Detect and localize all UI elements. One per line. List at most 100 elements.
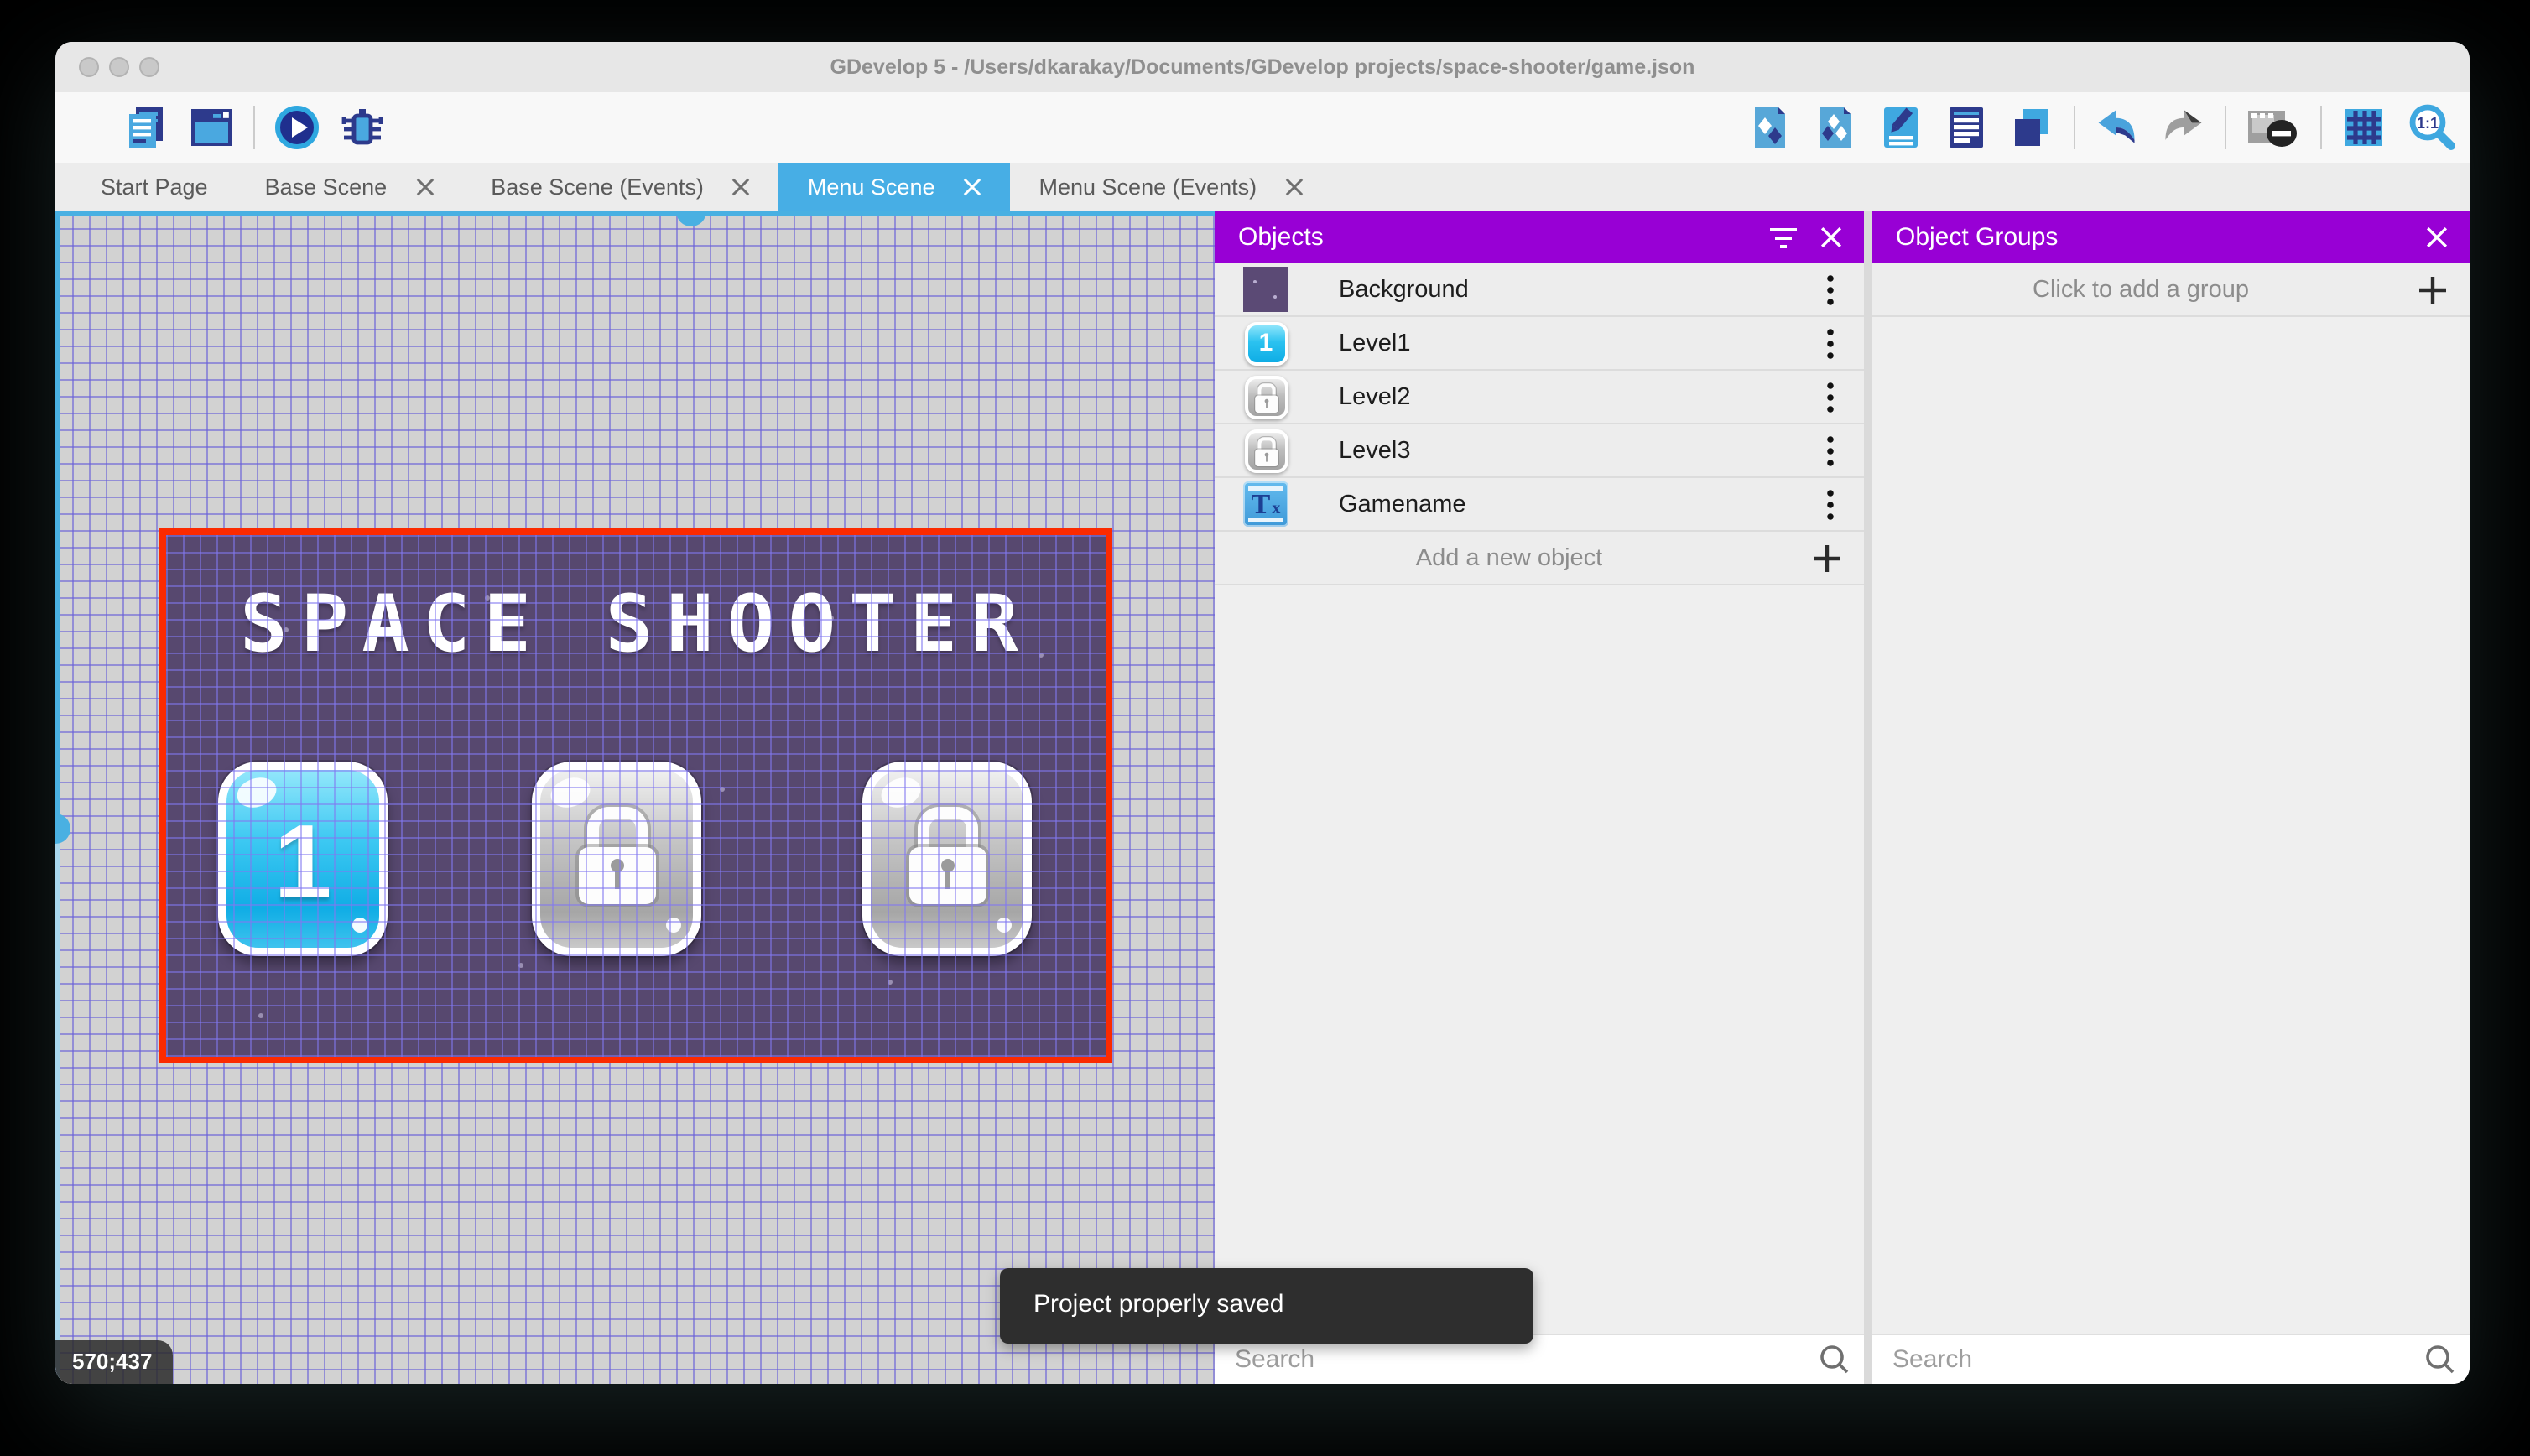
- close-panel-icon[interactable]: [2413, 214, 2460, 261]
- tab-close-icon[interactable]: [415, 178, 434, 196]
- zoom-reset-icon[interactable]: 1:1: [2406, 104, 2460, 151]
- level3-thumbnail: [1243, 428, 1288, 473]
- tab-label: Start Page: [101, 174, 208, 200]
- star-dot: [888, 980, 893, 985]
- object-menu-kebab-icon[interactable]: [1807, 266, 1854, 313]
- toolbar-divider: [2074, 106, 2075, 149]
- level1-number: 1: [273, 804, 332, 920]
- object-row-background[interactable]: Background: [1215, 263, 1864, 317]
- vertical-scrollbar-thumb[interactable]: [55, 814, 70, 844]
- object-groups-panel-header: Object Groups: [1872, 211, 2470, 263]
- objects-panel: Objects Background 1 Level1 Level2 Level…: [1215, 211, 1864, 1384]
- add-group-label: Click to add a group: [2033, 276, 2249, 303]
- level2-locked-button-instance[interactable]: [532, 762, 701, 956]
- background-thumbnail: [1243, 267, 1288, 312]
- object-name: Background: [1339, 276, 1469, 303]
- groups-search-input[interactable]: [1889, 1344, 2416, 1375]
- horizontal-scrollbar-thumb[interactable]: [676, 211, 706, 226]
- lock-icon: [578, 807, 655, 904]
- object-row-gamename[interactable]: Tx Gamename: [1215, 478, 1864, 532]
- object-row-level3[interactable]: Level3: [1215, 424, 1864, 478]
- object-groups-panel-title: Object Groups: [1896, 223, 2059, 252]
- project-manager-icon[interactable]: [122, 104, 169, 151]
- add-object-plus-icon[interactable]: [1804, 534, 1851, 581]
- add-group-plus-icon[interactable]: [2409, 266, 2456, 313]
- toolbar: 1:1: [55, 92, 2470, 163]
- object-name: Level3: [1339, 437, 1411, 464]
- star-dot: [258, 1013, 263, 1018]
- zoom-reset-label: 1:1: [2417, 115, 2439, 132]
- object-groups-panel: Object Groups Click to add a group: [1872, 211, 2470, 1384]
- level3-locked-button-instance[interactable]: [862, 762, 1032, 956]
- properties-icon[interactable]: [1877, 104, 1924, 151]
- redo-icon[interactable]: [2159, 104, 2206, 151]
- tab-label: Base Scene: [264, 174, 388, 200]
- toolbar-divider: [253, 106, 255, 149]
- objects-search-input[interactable]: [1231, 1344, 1810, 1375]
- tab-bar: Start Page Base Scene Base Scene (Events…: [55, 163, 2470, 211]
- tab-menu-scene[interactable]: Menu Scene: [778, 163, 1011, 211]
- object-row-level2[interactable]: Level2: [1215, 371, 1864, 424]
- level1-thumbnail: 1: [1243, 320, 1288, 366]
- object-name: Level1: [1339, 330, 1411, 356]
- search-icon[interactable]: [1810, 1336, 1857, 1383]
- tab-close-icon[interactable]: [964, 178, 982, 196]
- toolbar-divider: [2225, 106, 2226, 149]
- tab-start-page[interactable]: Start Page: [72, 163, 237, 211]
- object-menu-kebab-icon[interactable]: [1807, 427, 1854, 474]
- level1-button-instance[interactable]: 1: [218, 762, 388, 956]
- tab-close-icon[interactable]: [732, 178, 751, 196]
- tab-label: Menu Scene: [807, 174, 935, 200]
- object-menu-kebab-icon[interactable]: [1807, 481, 1854, 528]
- vertical-scrollbar-track[interactable]: [55, 211, 60, 832]
- toolbar-right-group: 1:1: [1747, 104, 2460, 151]
- layers-icon[interactable]: [2008, 104, 2055, 151]
- scene-title-text-object[interactable]: SPACE SHOOTER: [166, 579, 1106, 671]
- groups-search-row: [1872, 1334, 2470, 1384]
- toggle-window-mask-icon[interactable]: [2245, 104, 2302, 151]
- add-object-row[interactable]: Add a new object: [1215, 532, 1864, 585]
- object-groups-icon[interactable]: [1812, 104, 1859, 151]
- vertical-scrollbar-track-lower[interactable]: [55, 832, 60, 1384]
- tab-close-icon[interactable]: [1285, 178, 1304, 196]
- undo-icon[interactable]: [2094, 104, 2141, 151]
- objects-icon[interactable]: [1747, 104, 1793, 151]
- object-menu-kebab-icon[interactable]: [1807, 373, 1854, 420]
- start-page-icon[interactable]: [188, 104, 235, 151]
- tab-base-scene[interactable]: Base Scene: [237, 163, 463, 211]
- star-dot: [720, 787, 725, 792]
- level2-thumbnail: [1243, 374, 1288, 419]
- game-scene-rect[interactable]: SPACE SHOOTER 1: [159, 528, 1112, 1063]
- content-area: SPACE SHOOTER 1 570;437 Objects Backgrou…: [55, 211, 2470, 1384]
- object-row-level1[interactable]: 1 Level1: [1215, 317, 1864, 371]
- toolbar-left-group: [122, 104, 386, 151]
- object-name: Level2: [1339, 383, 1411, 410]
- screen: GDevelop 5 - /Users/dkarakay/Documents/G…: [0, 0, 2530, 1456]
- debug-icon[interactable]: [339, 104, 386, 151]
- instances-list-icon[interactable]: [1943, 104, 1990, 151]
- star-dot: [518, 963, 523, 968]
- lock-icon: [908, 807, 986, 904]
- cursor-coordinates-badge: 570;437: [55, 1340, 173, 1384]
- add-object-label: Add a new object: [1415, 544, 1603, 571]
- filter-icon[interactable]: [1760, 214, 1807, 261]
- window-title: GDevelop 5 - /Users/dkarakay/Documents/G…: [830, 55, 1695, 79]
- tab-base-scene-events[interactable]: Base Scene (Events): [462, 163, 779, 211]
- panel-divider[interactable]: [1864, 211, 1872, 1384]
- close-panel-icon[interactable]: [1807, 214, 1854, 261]
- grid-icon[interactable]: [2340, 104, 2387, 151]
- scene-editor-canvas[interactable]: SPACE SHOOTER 1 570;437: [55, 211, 1215, 1384]
- objects-panel-header: Objects: [1215, 211, 1864, 263]
- preview-play-icon[interactable]: [273, 104, 320, 151]
- gamename-thumbnail: Tx: [1243, 481, 1288, 527]
- object-name: Gamename: [1339, 491, 1466, 517]
- horizontal-scrollbar-track[interactable]: [55, 211, 1215, 216]
- tab-label: Base Scene (Events): [491, 174, 704, 200]
- search-icon[interactable]: [2416, 1336, 2463, 1383]
- add-group-row[interactable]: Click to add a group: [1872, 263, 2470, 317]
- gdevelop-window: GDevelop 5 - /Users/dkarakay/Documents/G…: [55, 42, 2470, 1384]
- tab-menu-scene-events[interactable]: Menu Scene (Events): [1011, 163, 1333, 211]
- objects-list: Background 1 Level1 Level2 Level3 T x Ga…: [1215, 263, 1864, 585]
- save-toast: Project properly saved: [1000, 1268, 1533, 1344]
- object-menu-kebab-icon[interactable]: [1807, 320, 1854, 367]
